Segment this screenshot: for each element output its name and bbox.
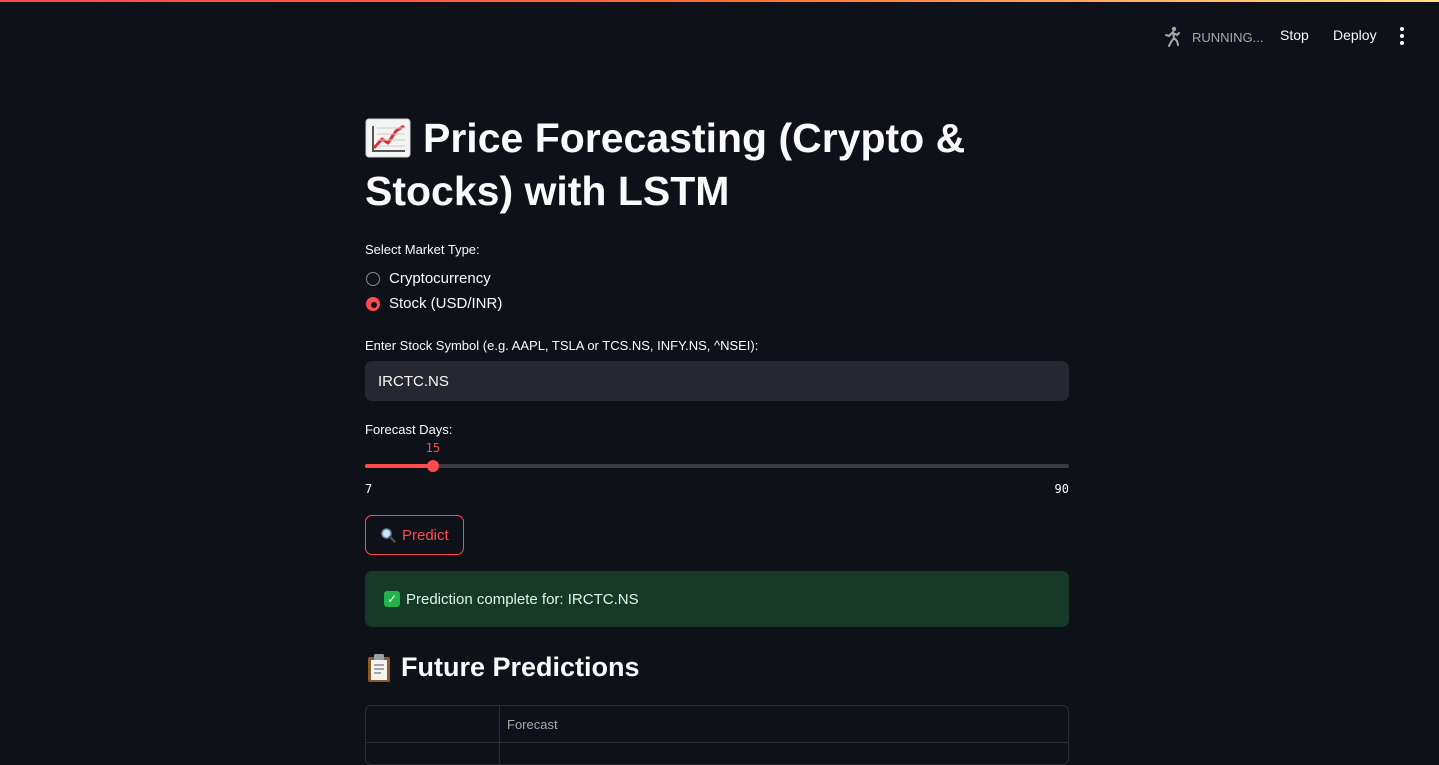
- radio-label-stock: Stock (USD/INR): [389, 295, 503, 312]
- vertical-dots-icon[interactable]: [1397, 27, 1407, 45]
- slider-fill: [365, 464, 433, 468]
- clipboard-icon: [368, 653, 390, 682]
- forecast-column-header[interactable]: Forecast: [507, 717, 558, 732]
- radio-unchecked-icon[interactable]: [366, 271, 380, 286]
- predictions-title: Future Predictions: [401, 652, 640, 682]
- page-title: Price Forecasting (Crypto & Stocks) with…: [365, 112, 1069, 218]
- slider-max-label: 90: [1054, 482, 1069, 496]
- market-type-label: Select Market Type:: [365, 242, 480, 257]
- check-mark-icon: ✓: [384, 591, 400, 607]
- slider-value: 15: [425, 441, 441, 455]
- symbol-input-label: Enter Stock Symbol (e.g. AAPL, TSLA or T…: [365, 338, 759, 353]
- stop-button[interactable]: Stop: [1280, 27, 1309, 43]
- forecast-days-label: Forecast Days:: [365, 422, 453, 437]
- radio-label-cryptocurrency: Cryptocurrency: [389, 270, 491, 287]
- slider-thumb[interactable]: [426, 460, 439, 472]
- column-divider: [499, 706, 500, 764]
- chart-increasing-icon: [365, 118, 411, 158]
- slider-min-label: 7: [365, 482, 373, 496]
- app-header: RUNNING... Stop Deploy: [0, 0, 1439, 70]
- predictions-table[interactable]: Forecast: [365, 705, 1069, 765]
- magnifying-glass-icon: [381, 528, 396, 543]
- success-alert: ✓ Prediction complete for: IRCTC.NS: [365, 571, 1069, 627]
- radio-cryptocurrency[interactable]: Cryptocurrency: [365, 270, 491, 287]
- radio-stock[interactable]: Stock (USD/INR): [365, 295, 502, 312]
- deploy-button[interactable]: Deploy: [1333, 27, 1377, 43]
- title-text: Price Forecasting (Crypto & Stocks) with…: [365, 115, 966, 214]
- running-status: RUNNING...: [1160, 25, 1264, 49]
- stock-symbol-input[interactable]: [365, 361, 1069, 401]
- header-divider: [366, 742, 1068, 743]
- radio-checked-icon[interactable]: [366, 296, 380, 311]
- status-text: RUNNING...: [1192, 29, 1264, 45]
- predict-button-label: Predict: [402, 526, 449, 544]
- forecast-days-slider[interactable]: 15: [365, 441, 1069, 472]
- predict-button[interactable]: Predict: [365, 515, 464, 555]
- predictions-heading: Future Predictions: [365, 652, 640, 683]
- success-message: Prediction complete for: IRCTC.NS: [406, 590, 639, 608]
- running-man-icon: [1165, 26, 1180, 47]
